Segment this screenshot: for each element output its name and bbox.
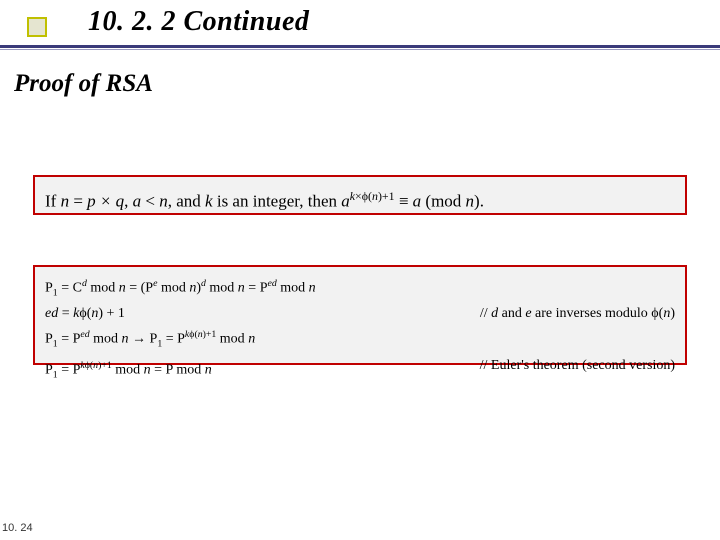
slide-number: 10. 24 xyxy=(2,522,33,534)
var-n: n xyxy=(159,192,168,211)
rhs-a: a xyxy=(413,192,422,211)
var-k: k xyxy=(205,192,213,211)
proof-box: P1 = Cd mod n = (Pe mod n)d mod n = Ped … xyxy=(33,265,687,365)
mod-close: ). xyxy=(474,192,484,211)
theorem-box: If n = p × q, a < n, and k is an integer… xyxy=(33,175,687,215)
text: is an integer, then xyxy=(213,192,342,211)
var-n: n xyxy=(61,192,70,211)
heading-underline-thin xyxy=(0,49,720,50)
heading-underline-thick xyxy=(0,45,720,48)
proof-line-1: P1 = Cd mod n = (Pe mod n)d mod n = Ped … xyxy=(45,273,675,303)
text: , and xyxy=(168,192,205,211)
lt: < xyxy=(141,192,159,211)
text: If xyxy=(45,192,61,211)
eq: = xyxy=(69,192,87,211)
comment: // Euler's theorem (second version) xyxy=(480,355,675,385)
heading-bullet xyxy=(27,17,47,37)
proof-line-2: ed = kϕ(n) + 1 // d and e are inverses m… xyxy=(45,303,675,324)
var-a: a xyxy=(133,192,142,211)
base: a xyxy=(341,192,350,211)
mod-n: n xyxy=(466,192,475,211)
slide-heading: 10. 2. 2 Continued xyxy=(88,6,309,38)
exponent: k×ϕ(n)+1 xyxy=(350,189,395,203)
slide-subheading: Proof of RSA xyxy=(14,70,153,98)
mod-open: (mod xyxy=(421,192,465,211)
proof-line-4: P1 = Pkϕ(n)+1 mod n = P mod n // Euler's… xyxy=(45,355,675,385)
proof-line-3: P1 = Ped mod n → P1 = Pkϕ(n)+1 mod n xyxy=(45,324,675,354)
rhs: p × q xyxy=(87,192,124,211)
congr: ≡ xyxy=(395,192,413,211)
